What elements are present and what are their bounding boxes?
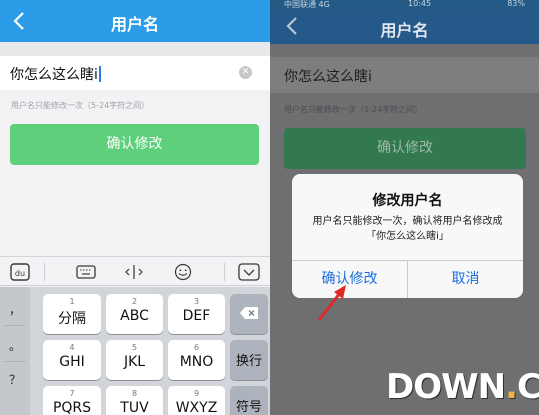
dialog-cancel-button[interactable]: 取消 <box>408 261 523 298</box>
username-input[interactable]: 你怎么这么瞎i <box>270 57 539 93</box>
keyboard-toolbar: du <box>0 256 270 286</box>
section-spacer <box>0 42 270 56</box>
text-cursor <box>98 66 101 82</box>
dialog-title: 修改用户名 <box>372 193 443 209</box>
key-3[interactable]: 3 DEF <box>168 294 225 334</box>
page-title: 用户名 <box>380 21 429 40</box>
confirm-button[interactable]: 确认修改 <box>10 124 259 165</box>
confirm-button[interactable]: 确认修改 <box>284 128 526 169</box>
key-label: GHI <box>59 354 85 370</box>
key-number: 4 <box>69 343 75 352</box>
key-label: TUV <box>120 400 149 415</box>
punct-period-key[interactable]: 。 <box>0 337 30 354</box>
nav-bar: 用户名 <box>270 10 539 44</box>
symbol-key[interactable]: 符号 <box>230 386 268 415</box>
pointer-arrow-icon <box>317 285 346 321</box>
username-value[interactable]: 你怎么这么瞎i <box>284 66 372 86</box>
punctuation-column: ， 。 ？ <box>0 287 30 415</box>
key-number: 1 <box>69 297 75 306</box>
keyboard-layout-icon[interactable] <box>76 263 96 281</box>
emoji-icon[interactable] <box>173 263 193 281</box>
page-title: 用户名 <box>110 15 159 34</box>
toolbar-divider <box>224 263 225 281</box>
key-9[interactable]: 9 WXYZ <box>168 386 225 415</box>
username-value[interactable]: 你怎么这么瞎i <box>10 64 101 84</box>
keyboard: ， 。 ？ 1 分隔 2 ABC 3 DEF 4 GHI 5 JKL 6 MNO 换行 7 P… <box>0 287 270 415</box>
nav-bar: 用户名 <box>0 0 270 42</box>
key-label: PQRS <box>52 400 92 415</box>
clear-input-icon[interactable]: ✕ <box>239 66 252 79</box>
toolbar-divider <box>44 263 45 281</box>
punct-question-key[interactable]: ？ <box>0 371 30 388</box>
right-screen: 中国联通 4G 10:45 83% 用户名 你怎么这么瞎i 用户名只能修改一次（… <box>270 0 539 415</box>
key-number: 2 <box>131 297 138 306</box>
punct-comma-key[interactable]: ， <box>0 301 30 318</box>
backspace-icon <box>240 307 258 319</box>
newline-key[interactable]: 换行 <box>230 340 268 380</box>
key-2[interactable]: 2 ABC <box>106 294 163 334</box>
key-label: 分隔 <box>58 311 86 327</box>
key-label: MNO <box>179 354 214 370</box>
confirm-dialog: 修改用户名 用户名只能修改一次，确认将用户名修改成「你怎么这么瞎i」 确认修改 … <box>292 174 523 298</box>
status-bar: 中国联通 4G 10:45 83% <box>270 0 539 10</box>
carrier-text: 中国联通 4G <box>284 0 330 9</box>
key-number: 6 <box>193 343 200 352</box>
watermark-logo: DOWN.CC <box>382 365 539 415</box>
battery-text: 83% <box>507 0 525 8</box>
key-label: WXYZ <box>175 400 218 415</box>
punct-divider <box>4 361 26 362</box>
key-8[interactable]: 8 TUV <box>106 386 163 415</box>
username-hint: 用户名只能修改一次（5-24字符之间） <box>11 101 150 110</box>
key-6[interactable]: 6 MNO <box>168 340 225 380</box>
key-number: 7 <box>69 389 75 398</box>
key-label: DEF <box>182 308 211 324</box>
key-number: 3 <box>193 297 200 306</box>
dialog-message: 用户名只能修改一次，确认将用户名修改成「你怎么这么瞎i」 <box>312 216 503 242</box>
username-hint: 用户名只能修改一次（5-24字符之间） <box>284 105 423 114</box>
key-number: 8 <box>131 389 138 398</box>
cursor-move-icon[interactable] <box>124 263 144 281</box>
left-screen: 用户名 你怎么这么瞎i ✕ 用户名只能修改一次（5-24字符之间） 确认修改 d… <box>0 0 270 415</box>
key-number: 9 <box>193 389 200 398</box>
key-label: 符号 <box>235 400 262 415</box>
username-input[interactable]: 你怎么这么瞎i ✕ <box>0 56 270 90</box>
key-number: 5 <box>131 343 138 352</box>
watermark-text: DOWN.CC <box>386 367 539 407</box>
key-1[interactable]: 1 分隔 <box>43 294 101 334</box>
key-7[interactable]: 7 PQRS <box>43 386 101 415</box>
key-4[interactable]: 4 GHI <box>43 340 101 380</box>
key-5[interactable]: 5 JKL <box>106 340 163 380</box>
hide-keyboard-icon[interactable] <box>238 263 260 281</box>
svg-text:du: du <box>15 269 25 278</box>
ime-logo-icon[interactable]: du <box>10 263 30 281</box>
key-label: 换行 <box>235 354 262 369</box>
status-time: 10:45 <box>408 0 432 8</box>
punct-divider <box>4 325 26 326</box>
key-label: ABC <box>120 308 149 324</box>
delete-key[interactable] <box>230 294 268 334</box>
key-label: JKL <box>123 354 146 370</box>
